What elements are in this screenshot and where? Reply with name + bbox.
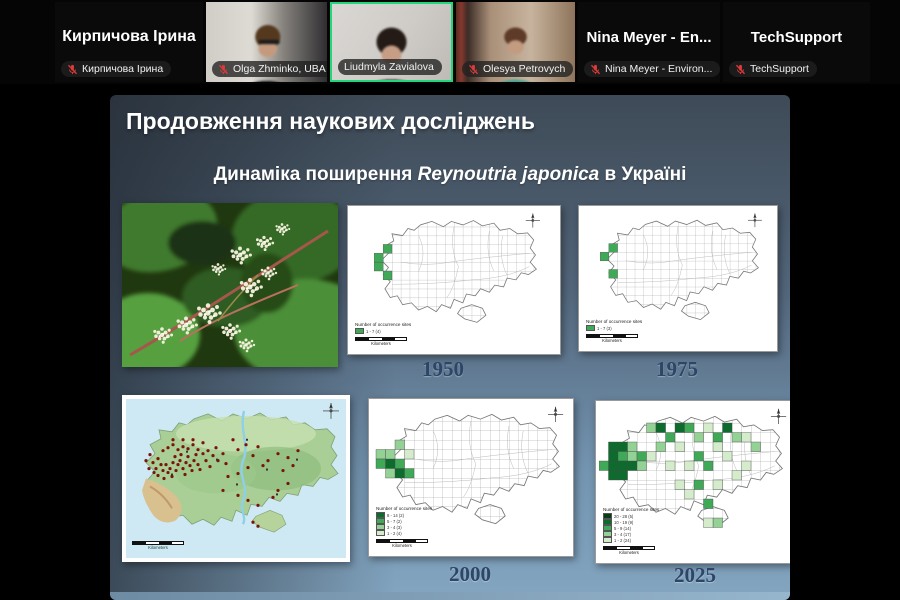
subtitle-species-name: Reynoutria japonica: [417, 164, 600, 185]
participant-strip: Кирпичова Ірина Кирпичова Ірина Olga Zhm…: [0, 0, 900, 84]
map-caption-2000: 2000: [449, 562, 491, 586]
name-pill: Nina Meyer - Environ...: [584, 61, 720, 77]
scale-bar-label: Kilometers: [392, 543, 412, 548]
subtitle-suffix: в Україні: [599, 164, 687, 185]
slide-subtitle: Динаміка поширення Reynoutria japonica в…: [110, 164, 790, 186]
name-pill-label: Olga Zhminko, UBA: [233, 63, 326, 75]
map-1975: Number of occurrence sites 1 - 7 (3) Kilo…: [578, 205, 778, 352]
map-caption-2025: 2025: [674, 563, 716, 587]
topo-map-art: [126, 399, 346, 558]
name-pill-label: Кирпичова Ірина: [82, 63, 164, 75]
slide-bottom-edge: [110, 592, 790, 600]
slide-title: Продовження наукових досліджень: [126, 108, 535, 134]
mic-muted-icon: [67, 63, 78, 75]
name-pill: Olesya Petrovych: [462, 61, 574, 77]
map-legend: Number of occurrence sites 8 - 14 (2) 5 - …: [376, 506, 433, 536]
meeting-window: { "colors":{"active_border":"#23d57c","m…: [0, 0, 900, 600]
compass-icon: [525, 212, 541, 229]
participant-tile-active-speaker[interactable]: Liudmyla Zavialova: [330, 2, 453, 82]
participant-tile[interactable]: Olga Zhminko, UBA: [206, 2, 327, 82]
scale-bar: Kilometers: [586, 333, 638, 343]
scale-bar-label: Kilometers: [371, 341, 391, 346]
subtitle-prefix: Динаміка поширення: [213, 164, 418, 185]
map-legend: Number of occurrence sites 1 - 7 (3): [586, 319, 643, 331]
shared-screen-slide: Продовження наукових досліджень Динаміка…: [110, 95, 790, 600]
name-pill-label: Liudmyla Zavialova: [344, 61, 434, 73]
map-legend: Number of occurrence sites 20 - 28 (5) 10 …: [603, 507, 660, 543]
compass-icon: [547, 406, 564, 423]
plant-photo-reynoutria: [122, 203, 338, 367]
map-caption-1975: 1975: [656, 357, 698, 381]
name-pill-label: TechSupport: [750, 63, 809, 75]
scale-bar: Kilometers: [603, 545, 655, 555]
map-caption-1950: 1950: [422, 357, 464, 381]
name-pill: Liudmyla Zavialova: [338, 59, 442, 75]
mic-muted-icon: [590, 63, 601, 75]
map-2000: Number of occurrence sites 8 - 14 (2) 5 - …: [368, 398, 574, 557]
map-2025: Number of occurrence sites 20 - 28 (5) 10 …: [595, 400, 790, 564]
participant-tile[interactable]: Nina Meyer - En... Nina Meyer - Environ.…: [578, 2, 720, 82]
name-pill: TechSupport: [729, 61, 817, 77]
scale-bar-label: Kilometers: [619, 550, 639, 555]
mic-muted-icon: [218, 63, 229, 75]
plant-photo-art: [122, 203, 338, 367]
participant-tile[interactable]: Кирпичова Ірина Кирпичова Ірина: [55, 2, 203, 82]
name-pill-label: Nina Meyer - Environ...: [605, 63, 713, 75]
scale-bar-label: Kilometers: [148, 545, 168, 550]
scale-bar: Kilometers: [376, 538, 428, 548]
compass-icon: [770, 408, 787, 425]
participant-name: Кирпичова Ірина: [62, 28, 196, 45]
ukraine-grid-map-1975: [600, 212, 763, 321]
scale-bar: Kilometers: [355, 336, 407, 346]
name-pill: Кирпичова Ірина: [61, 61, 172, 77]
map-1950: Number of occurrence sites 1 - 7 (4) Kilo…: [347, 205, 561, 355]
participant-tile[interactable]: Olesya Petrovych: [456, 2, 575, 82]
scale-bar-label: Kilometers: [602, 338, 622, 343]
name-pill-label: Olesya Petrovych: [483, 63, 566, 75]
scale-bar: Kilometers: [132, 540, 184, 550]
compass-icon: [747, 212, 763, 228]
mic-muted-icon: [468, 63, 479, 75]
topographic-map-ukraine: Kilometers: [122, 395, 350, 562]
participant-name: TechSupport: [750, 28, 843, 46]
mic-muted-icon: [735, 63, 746, 75]
participant-name: Nina Meyer - En...: [586, 28, 712, 46]
ukraine-grid-map-1950: [374, 212, 541, 323]
map-legend: Number of occurrence sites 1 - 7 (4): [355, 322, 412, 334]
name-pill: Olga Zhminko, UBA: [212, 61, 327, 77]
participant-tile[interactable]: TechSupport TechSupport: [723, 2, 870, 82]
